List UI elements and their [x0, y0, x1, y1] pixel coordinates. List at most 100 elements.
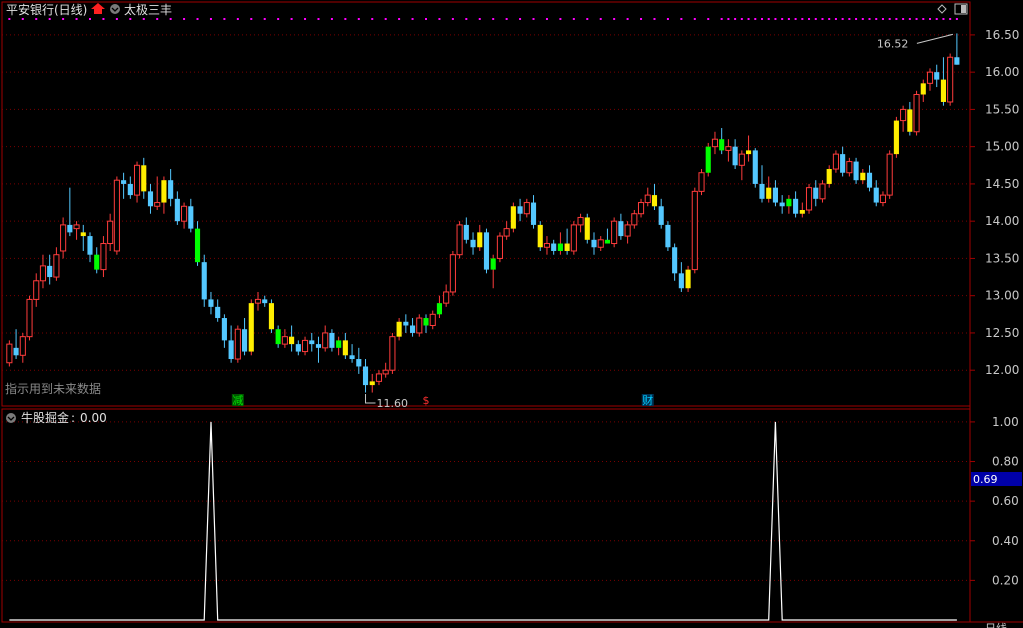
candle-body[interactable] [913, 94, 920, 133]
candle-body[interactable] [322, 332, 329, 349]
chevron-down-icon-sub[interactable] [6, 413, 16, 423]
candle-body[interactable] [33, 280, 40, 300]
candle-body[interactable] [711, 138, 719, 148]
candle-body[interactable] [597, 239, 604, 248]
candle-body[interactable] [637, 202, 645, 215]
chevron-down-icon[interactable] [110, 4, 120, 14]
candle-body[interactable] [496, 235, 503, 259]
candle-body[interactable] [449, 254, 456, 293]
candle-body[interactable] [746, 150, 752, 155]
candle-body[interactable] [188, 206, 194, 229]
candle-body[interactable] [503, 228, 510, 237]
candle-body[interactable] [281, 336, 288, 345]
candle-body[interactable] [121, 180, 127, 184]
candle-body[interactable] [39, 265, 47, 282]
stock-title[interactable]: 平安银行(日线) [6, 2, 87, 17]
candle-body[interactable] [342, 340, 348, 356]
candle-body[interactable] [719, 139, 725, 151]
candle-body[interactable] [315, 344, 322, 348]
candle-body[interactable] [517, 206, 523, 214]
candle-body[interactable] [201, 262, 207, 300]
candle-body[interactable] [604, 239, 610, 244]
candle-body[interactable] [618, 221, 624, 237]
candle-body[interactable] [611, 220, 618, 245]
candle-body[interactable] [382, 369, 389, 375]
candle-body[interactable] [799, 210, 805, 214]
candle-body[interactable] [429, 313, 436, 326]
candle-body[interactable] [786, 198, 792, 207]
candle-body[interactable] [295, 344, 301, 352]
candle-body[interactable] [362, 366, 369, 386]
candle-body[interactable] [879, 194, 887, 204]
candle-body[interactable] [766, 187, 772, 199]
candle-body[interactable] [900, 108, 907, 122]
candle-body[interactable] [564, 243, 570, 251]
candle-body[interactable] [805, 187, 813, 211]
candle-body[interactable] [248, 303, 254, 352]
candle-body[interactable] [772, 187, 778, 203]
candle-body[interactable] [336, 340, 342, 348]
candle-body[interactable] [228, 340, 234, 360]
candle-body[interactable] [107, 220, 114, 245]
candle-body[interactable] [658, 206, 664, 225]
candle-body[interactable] [685, 269, 691, 289]
candle-body[interactable] [738, 153, 745, 166]
candle-body[interactable] [94, 254, 100, 270]
candle-body[interactable] [732, 146, 738, 166]
candle-body[interactable] [846, 161, 853, 174]
candle-body[interactable] [665, 224, 671, 248]
candle-body[interactable] [53, 254, 60, 278]
candle-body[interactable] [26, 298, 33, 338]
candle-body[interactable] [389, 336, 396, 371]
candle-body[interactable] [779, 202, 785, 207]
candle-body[interactable] [483, 232, 490, 270]
candle-body[interactable] [510, 206, 516, 229]
candle-body[interactable] [752, 150, 758, 184]
candle-body[interactable] [954, 57, 960, 65]
candle-body[interactable] [242, 329, 248, 352]
candle-body[interactable] [154, 202, 161, 207]
candle-body[interactable] [329, 332, 335, 348]
candle-body[interactable] [584, 217, 590, 240]
candle-body[interactable] [133, 164, 141, 196]
candle-body[interactable] [698, 172, 705, 192]
indicator-name[interactable]: 太极三丰 [124, 2, 172, 17]
candle-body[interactable] [194, 228, 201, 263]
candle-body[interactable] [456, 224, 463, 256]
candle-body[interactable] [886, 153, 893, 196]
candle-body[interactable] [161, 180, 167, 203]
candle-body[interactable] [624, 224, 631, 237]
candle-body[interactable] [477, 232, 483, 248]
candle-body[interactable] [67, 224, 73, 233]
candle-body[interactable] [920, 83, 926, 95]
candle-body[interactable] [577, 216, 584, 226]
candle-body[interactable] [591, 239, 597, 248]
candle-body[interactable] [691, 190, 698, 271]
candle-body[interactable] [543, 243, 551, 248]
candle-body[interactable] [289, 336, 295, 345]
candle-body[interactable] [403, 321, 409, 326]
candle-body[interactable] [907, 109, 913, 132]
candle-body[interactable] [181, 205, 188, 222]
period-label[interactable]: 日线 [985, 621, 1007, 628]
candle-body[interactable] [866, 172, 873, 188]
candle-body[interactable] [100, 243, 107, 271]
candle-body[interactable] [490, 258, 496, 270]
candle-body[interactable] [644, 194, 651, 204]
candle-body[interactable] [268, 303, 274, 330]
candle-body[interactable] [19, 336, 26, 356]
candle-body[interactable] [349, 355, 355, 360]
candle-body[interactable] [530, 202, 537, 225]
candle-body[interactable] [87, 236, 93, 255]
candle-body[interactable] [13, 347, 19, 356]
candle-body[interactable] [551, 243, 557, 251]
candle-body[interactable] [537, 224, 543, 248]
candle-body[interactable] [893, 120, 899, 155]
candle-body[interactable] [208, 299, 214, 307]
candle-body[interactable] [470, 239, 476, 248]
candle-body[interactable] [705, 146, 711, 173]
candle-body[interactable] [47, 265, 53, 278]
candle-body[interactable] [396, 321, 402, 337]
candle-body[interactable] [793, 198, 799, 214]
candle-body[interactable] [356, 359, 362, 367]
